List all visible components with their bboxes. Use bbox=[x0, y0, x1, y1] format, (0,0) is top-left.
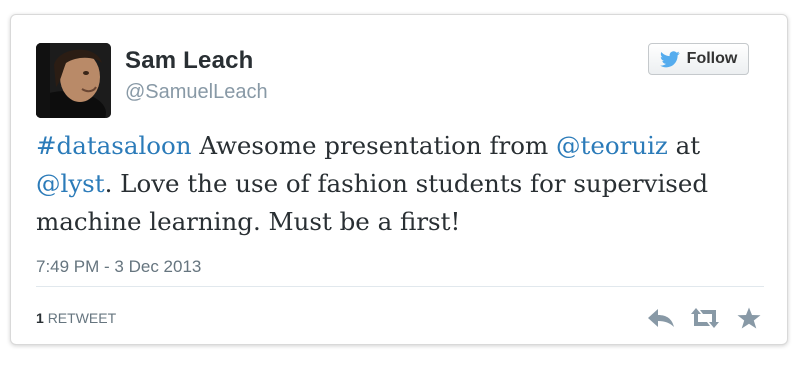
retweet-count: 1 bbox=[36, 310, 44, 326]
twitter-bird-icon bbox=[659, 50, 680, 67]
mention-link[interactable]: @lyst bbox=[36, 169, 105, 198]
author-name[interactable]: Sam Leach bbox=[125, 47, 254, 75]
retweet-stat[interactable]: 1 RETWEET bbox=[36, 310, 116, 326]
star-icon bbox=[737, 307, 761, 329]
follow-button[interactable]: Follow bbox=[648, 43, 749, 75]
author-handle[interactable]: @SamuelLeach bbox=[125, 81, 268, 104]
tweet-timestamp[interactable]: 7:49 PM - 3 Dec 2013 bbox=[36, 257, 201, 277]
divider bbox=[36, 286, 764, 287]
retweet-button[interactable] bbox=[689, 305, 721, 331]
favorite-button[interactable] bbox=[733, 305, 765, 331]
reply-button[interactable] bbox=[645, 305, 677, 331]
hashtag-link[interactable]: #datasaloon bbox=[36, 131, 192, 160]
retweet-label: RETWEET bbox=[47, 310, 117, 326]
mention-link[interactable]: @teoruiz bbox=[556, 131, 668, 160]
avatar[interactable] bbox=[36, 43, 111, 118]
tweet-actions bbox=[645, 305, 765, 331]
tweet-card: Sam Leach @SamuelLeach Follow #datasaloo… bbox=[10, 14, 788, 345]
tweet-text-part: Awesome presentation from bbox=[191, 131, 557, 160]
follow-label: Follow bbox=[686, 50, 738, 67]
tweet-text: #datasaloon Awesome presentation from @t… bbox=[36, 127, 756, 241]
reply-icon bbox=[648, 309, 674, 327]
tweet-text-part: at bbox=[667, 131, 701, 160]
avatar-photo bbox=[36, 43, 111, 118]
tweet-text-part: . Love the use of fashion students for s… bbox=[36, 169, 709, 236]
retweet-icon bbox=[691, 308, 719, 328]
